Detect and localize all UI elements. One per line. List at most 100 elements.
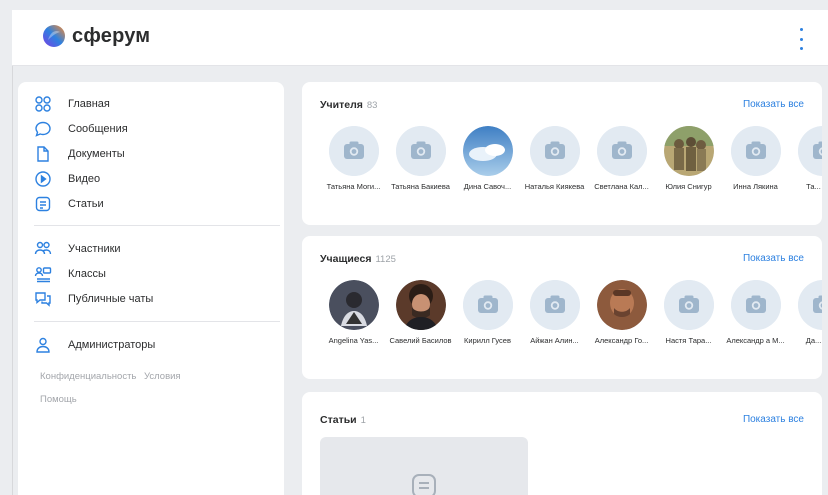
person-name: Настя Тара...	[665, 336, 712, 345]
person-name: Айжан Алин...	[530, 336, 579, 345]
person-card[interactable]: Та... Са...	[789, 126, 822, 191]
person-card[interactable]: Юлия Снигур	[655, 126, 722, 191]
sidebar-item-label: Классы	[68, 268, 106, 280]
sidebar-item-public-chats[interactable]: Публичные чаты	[34, 288, 153, 310]
camera-placeholder-icon	[529, 280, 580, 330]
sidebar-item-admins[interactable]: Администраторы	[34, 334, 155, 356]
sidebar-item-home[interactable]: Главная	[34, 93, 110, 115]
students-show-all-link[interactable]: Показать все	[743, 253, 804, 264]
sidebar-divider	[34, 321, 280, 322]
person-card[interactable]: Татьяна Бакиева	[387, 126, 454, 191]
teachers-title: Учителя 83	[320, 99, 377, 111]
camera-placeholder-icon	[328, 126, 379, 176]
camera-placeholder-icon	[462, 280, 513, 330]
person-name: Татьяна Моги...	[326, 182, 381, 191]
students-title-text: Учащиеся	[320, 253, 372, 265]
person-card[interactable]: Настя Тара...	[655, 280, 722, 345]
person-card[interactable]: Светлана Кал...	[588, 126, 655, 191]
sidebar-item-articles[interactable]: Статьи	[34, 193, 104, 215]
person-card[interactable]: Татьяна Моги...	[320, 126, 387, 191]
person-name: Та... Са...	[806, 182, 822, 191]
articles-show-all-link[interactable]: Показать все	[743, 414, 804, 425]
logo-text: сферум	[72, 24, 151, 47]
teachers-show-all-link[interactable]: Показать все	[743, 99, 804, 110]
camera-placeholder-icon	[529, 126, 580, 176]
person-card[interactable]: Александр Го...	[588, 280, 655, 345]
camera-placeholder-icon	[797, 280, 822, 330]
teachers-list: Татьяна Моги... Татьяна Бакиева Дина Савоч…	[320, 126, 822, 191]
sidebar: Главная Сообщения Документы Видео Статьи…	[18, 82, 284, 495]
articles-title: Статьи 1	[320, 414, 366, 426]
sidebar-item-label: Администраторы	[68, 339, 156, 351]
person-card[interactable]: Инна Лякина	[722, 126, 789, 191]
camera-placeholder-icon	[395, 126, 446, 176]
sidebar-item-label: Документы	[68, 148, 125, 160]
person-name: Александр Го...	[594, 336, 649, 345]
avatar	[395, 280, 446, 330]
person-name: Светлана Кал...	[594, 182, 649, 191]
privacy-link[interactable]: Конфиденциальность	[40, 371, 136, 382]
sidebar-item-video[interactable]: Видео	[34, 168, 100, 190]
avatar	[462, 126, 513, 176]
person-name: Савелий Басилов	[389, 336, 452, 345]
sidebar-item-label: Публичные чаты	[68, 293, 154, 305]
person-name: Инна Лякина	[733, 182, 778, 191]
students-title: Учащиеся 1125	[320, 253, 396, 265]
document-icon	[37, 146, 49, 162]
teachers-count: 83	[366, 100, 378, 111]
camera-placeholder-icon	[730, 280, 781, 330]
sidebar-item-classes[interactable]: Классы	[34, 263, 106, 285]
sidebar-item-label: Видео	[68, 173, 101, 185]
article-placeholder-icon	[412, 474, 436, 495]
person-card[interactable]: Айжан Алин...	[521, 280, 588, 345]
camera-placeholder-icon	[797, 126, 822, 176]
students-panel: Учащиеся 1125 Показать все Angelina Yas..…	[302, 236, 822, 379]
sidebar-item-documents[interactable]: Документы	[34, 143, 125, 165]
article-icon	[35, 196, 51, 212]
chat-bubble-icon	[35, 121, 51, 137]
person-name: Да... Се...	[805, 336, 822, 345]
person-card[interactable]: Александр а М...	[722, 280, 789, 345]
sferum-logo[interactable]: сферум	[42, 24, 150, 48]
person-name: Дина Савоч...	[463, 182, 512, 191]
teachers-title-text: Учителя	[320, 99, 363, 111]
camera-placeholder-icon	[730, 126, 781, 176]
articles-count: 1	[360, 415, 366, 426]
help-link[interactable]: Помощь	[40, 394, 77, 405]
sidebar-item-label: Статьи	[68, 198, 104, 210]
sidebar-item-label: Сообщения	[68, 123, 128, 135]
articles-panel: Статьи 1 Показать все	[302, 392, 822, 495]
more-menu-icon[interactable]	[798, 28, 804, 50]
sidebar-item-members[interactable]: Участники	[34, 238, 121, 260]
sidebar-item-label: Участники	[68, 243, 121, 255]
person-card[interactable]: Наталья Киякева	[521, 126, 588, 191]
article-card[interactable]	[320, 437, 528, 495]
person-name: Татьяна Бакиева	[391, 182, 450, 191]
person-name: Кирилл Гусев	[464, 336, 511, 345]
top-header: сферум	[12, 10, 828, 66]
public-chats-icon	[35, 292, 51, 307]
sidebar-item-messages[interactable]: Сообщения	[34, 118, 128, 140]
teachers-panel: Учителя 83 Показать все Татьяна Моги... Та…	[302, 82, 822, 225]
users-icon	[34, 241, 52, 255]
person-card[interactable]: Кирилл Гусев	[454, 280, 521, 345]
sidebar-item-label: Главная	[68, 98, 110, 110]
person-card[interactable]: Angelina Yas...	[320, 280, 387, 345]
person-name: Юлия Снигур	[665, 182, 712, 191]
admin-user-icon	[36, 337, 50, 353]
students-count: 1125	[375, 254, 396, 265]
person-card[interactable]: Савелий Басилов	[387, 280, 454, 345]
articles-title-text: Статьи	[320, 414, 357, 426]
person-name: Наталья Киякева	[524, 182, 585, 191]
camera-placeholder-icon	[596, 126, 647, 176]
sidebar-divider	[34, 225, 280, 226]
person-card[interactable]: Дина Савоч...	[454, 126, 521, 191]
terms-link[interactable]: Условия	[144, 371, 181, 382]
classes-icon	[34, 267, 52, 283]
person-name: Angelina Yas...	[328, 336, 379, 345]
avatar	[596, 280, 647, 330]
avatar	[328, 280, 379, 330]
person-card[interactable]: Да... Се...	[789, 280, 822, 345]
play-circle-icon	[35, 171, 51, 187]
sferum-logo-icon	[43, 25, 65, 47]
